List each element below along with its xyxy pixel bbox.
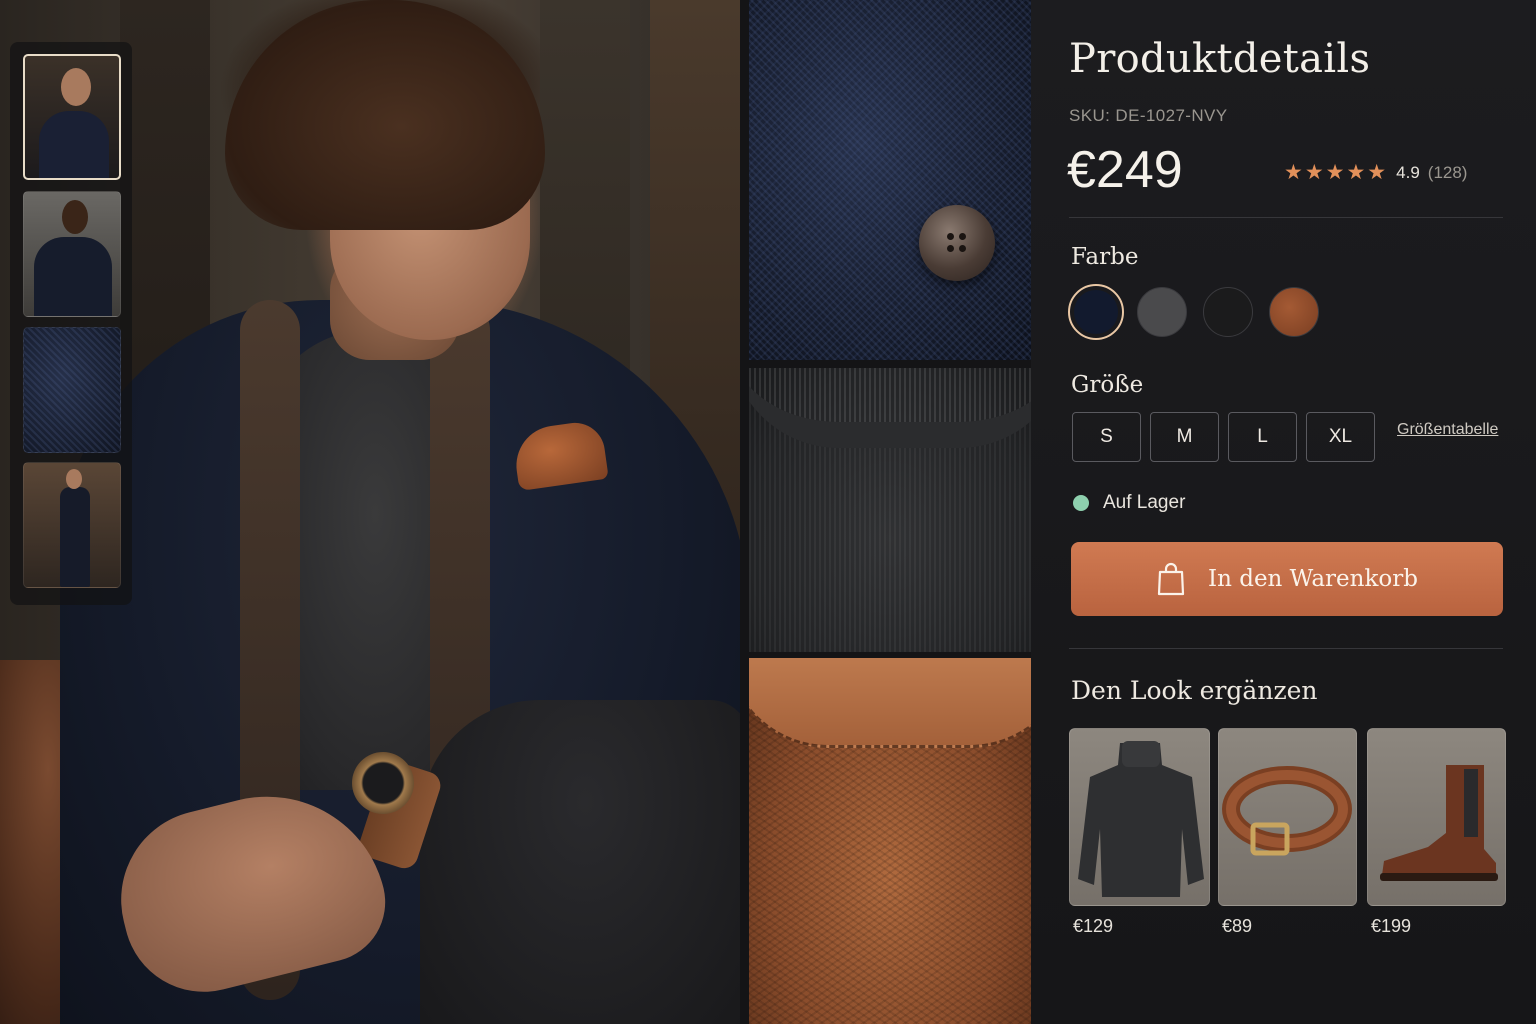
thumbnail-2[interactable]: [23, 191, 121, 317]
look-price: €199: [1371, 916, 1412, 936]
wristwatch: [352, 752, 414, 814]
complete-look-title: Den Look ergänzen: [1071, 676, 1318, 705]
stock-status: Auf Lager: [1073, 492, 1185, 514]
thumbnail-1[interactable]: [23, 54, 121, 180]
look-price: €129: [1073, 916, 1114, 936]
swatch-navy[interactable]: [1068, 284, 1124, 340]
jacket-button: [919, 205, 995, 281]
thumb-head: [61, 68, 91, 106]
thumb-head: [62, 200, 88, 234]
add-to-cart-button[interactable]: In den Warenkorb: [1071, 542, 1503, 616]
thumb-head: [66, 469, 82, 489]
size-label: Größe: [1071, 372, 1144, 398]
look-item-sweater[interactable]: €129: [1069, 728, 1210, 937]
model-hair: [225, 0, 545, 230]
stock-text: Auf Lager: [1103, 492, 1186, 513]
product-panel: Produktdetails SKU: DE-1027-NVY €249 ★★★…: [1031, 0, 1536, 1024]
divider-bottom: [1069, 648, 1503, 649]
belt-product-image[interactable]: [1218, 728, 1357, 906]
look-item-boot[interactable]: €199: [1367, 728, 1508, 937]
complete-look-grid: €129 €89 €199: [1069, 728, 1508, 937]
thumbnail-4[interactable]: [23, 462, 121, 588]
product-rating[interactable]: ★★★★★ 4.9 (128): [1284, 160, 1467, 185]
thumbnail-3[interactable]: [23, 327, 121, 453]
look-item-belt[interactable]: €89: [1218, 728, 1359, 937]
leather-seam: [749, 658, 1031, 748]
look-price: €89: [1222, 916, 1253, 936]
divider-top: [1069, 217, 1503, 218]
size-chart-link[interactable]: Größentabelle: [1397, 421, 1498, 439]
size-m[interactable]: M: [1150, 412, 1219, 462]
product-price: €249: [1067, 141, 1183, 199]
thumb-figure: [34, 237, 112, 316]
swatch-grey[interactable]: [1137, 287, 1187, 337]
size-options: S M L XL: [1072, 412, 1375, 462]
size-xl[interactable]: XL: [1306, 412, 1375, 462]
review-count: (128): [1427, 162, 1468, 182]
boot-product-image[interactable]: [1367, 728, 1506, 906]
detail-sweater-knit: [749, 368, 1031, 652]
trousers: [420, 700, 740, 1024]
product-sku: SKU: DE-1027-NVY: [1069, 106, 1228, 125]
thumbnail-strip: [10, 42, 132, 605]
color-swatches: [1068, 284, 1319, 340]
thumb-figure: [39, 111, 109, 178]
size-l[interactable]: L: [1228, 412, 1297, 462]
size-s[interactable]: S: [1072, 412, 1141, 462]
detail-leather-texture: [749, 658, 1031, 1024]
thumb-figure: [60, 487, 90, 587]
swatch-cognac[interactable]: [1269, 287, 1319, 337]
swatch-black[interactable]: [1203, 287, 1253, 337]
color-label: Farbe: [1071, 244, 1139, 270]
star-rating-icon: ★★★★★: [1284, 161, 1389, 184]
rating-value: 4.9: [1396, 162, 1420, 182]
in-stock-dot-icon: [1073, 495, 1089, 511]
shopping-bag-icon: [1156, 562, 1186, 596]
page-title: Produktdetails: [1069, 36, 1371, 82]
detail-jacket-button: [749, 0, 1031, 360]
sweater-collar-rib: [749, 368, 1031, 448]
add-to-cart-label: In den Warenkorb: [1208, 566, 1418, 592]
sweater-product-image[interactable]: [1069, 728, 1210, 906]
